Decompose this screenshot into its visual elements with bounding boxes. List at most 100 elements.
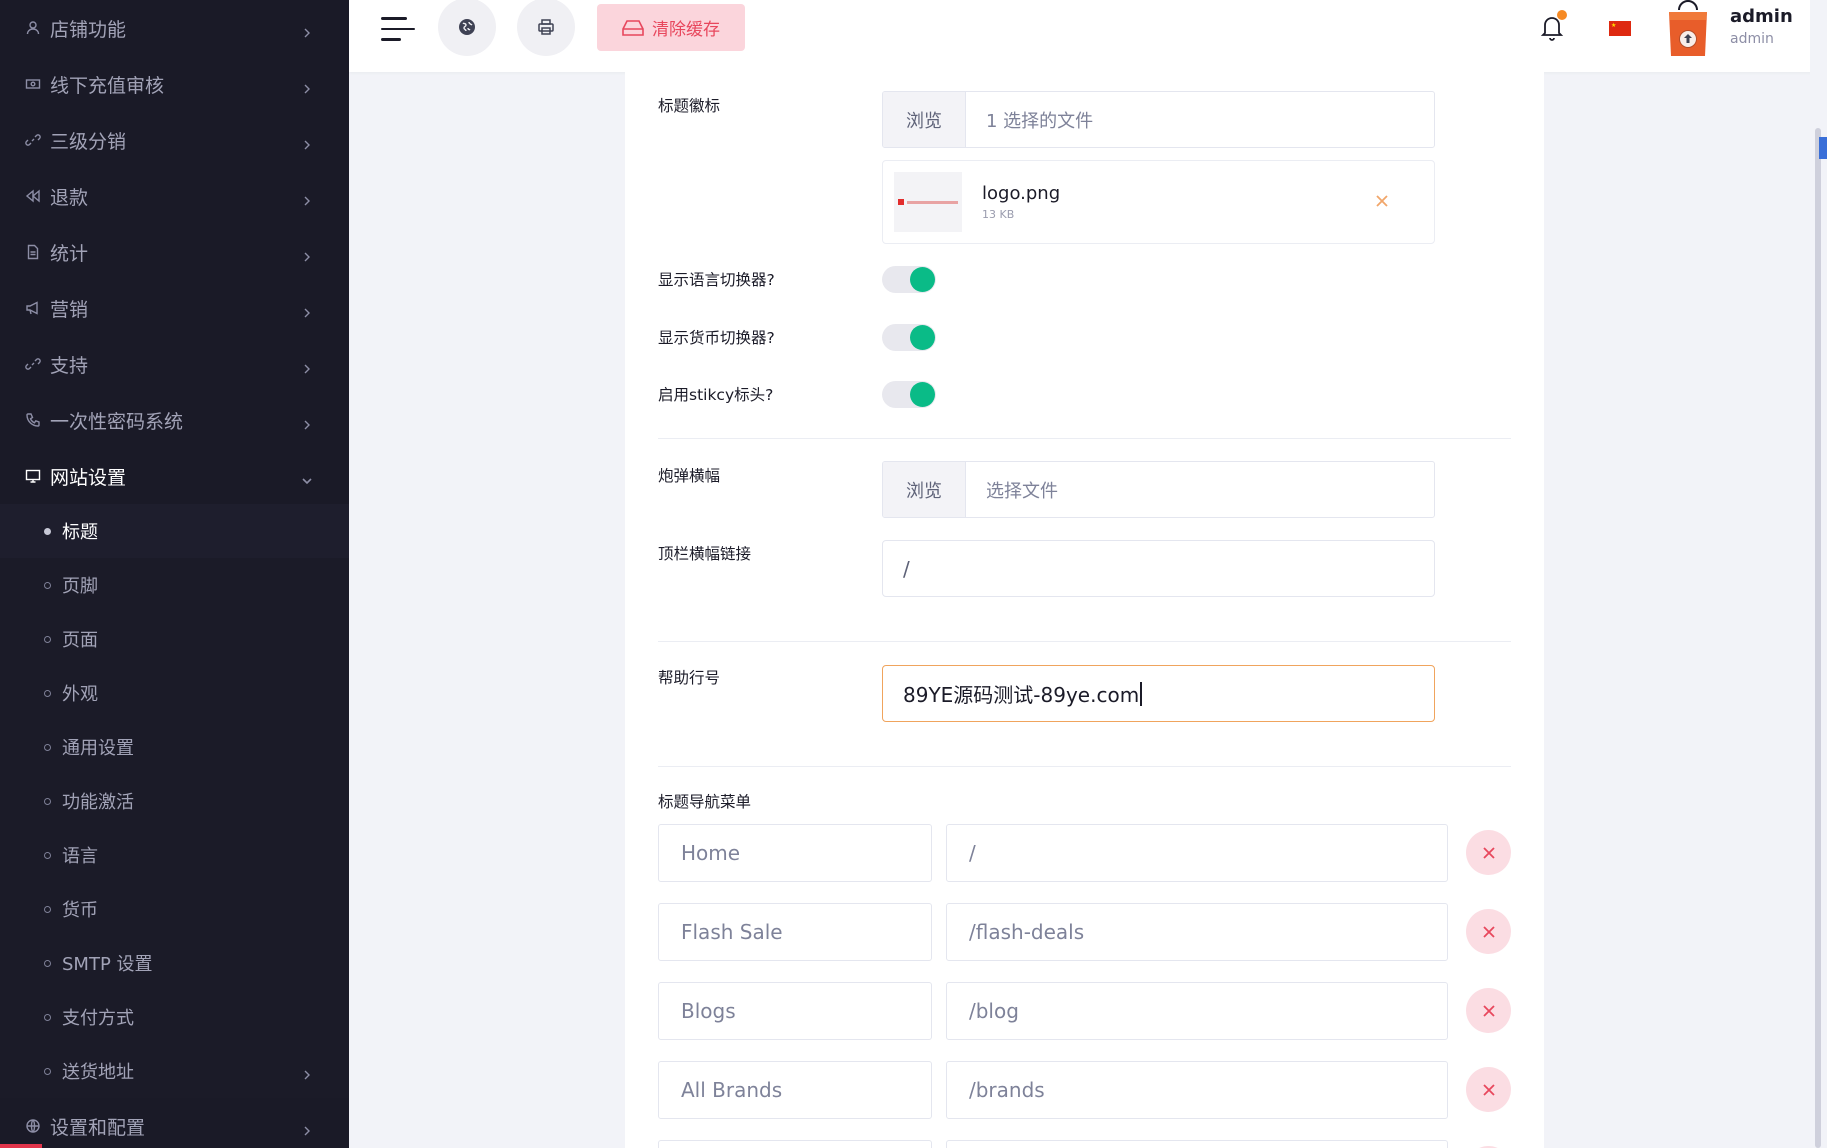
sidebar-item-shop-features[interactable]: 店铺功能 xyxy=(0,0,349,56)
header-logo-file-input[interactable]: 浏览 1 选择的文件 xyxy=(882,91,1435,148)
sidebar-item-offline-recharge[interactable]: 线下充值审核 xyxy=(0,56,349,112)
sidebar: 店铺功能 线下充值审核 三级分销 退款 统计 营销 支持 一次性密码系统 网站设 xyxy=(0,0,349,1148)
remove-row-button[interactable] xyxy=(1466,830,1511,875)
scrollbar-marker xyxy=(1819,137,1827,159)
sidebar-item-reports[interactable]: 统计 xyxy=(0,224,349,280)
popup-banner-file-input[interactable]: 浏览 选择文件 xyxy=(882,461,1435,518)
language-switcher-toggle[interactable] xyxy=(882,266,936,293)
sticky-header-toggle[interactable] xyxy=(882,381,936,408)
nav-menu-url-input[interactable]: /flash-deals xyxy=(946,903,1448,961)
toggle-knob xyxy=(910,325,935,350)
sidebar-subitem-general-settings[interactable]: 通用设置 xyxy=(0,720,349,774)
remove-row-button[interactable] xyxy=(1466,909,1511,954)
file-name: logo.png xyxy=(982,183,1061,204)
backward-icon xyxy=(24,187,42,205)
sidebar-item-label: 退款 xyxy=(50,186,89,209)
browse-button[interactable]: 浏览 xyxy=(883,462,966,517)
divider xyxy=(658,641,1511,642)
browse-website-button[interactable] xyxy=(438,0,496,56)
sidebar-item-otp-system[interactable]: 一次性密码系统 xyxy=(0,392,349,448)
page-scrollbar-thumb[interactable] xyxy=(1815,128,1821,1148)
hard-drive-icon xyxy=(622,19,644,36)
remove-row-button[interactable] xyxy=(1466,988,1511,1033)
sidebar-item-label: 统计 xyxy=(50,242,89,265)
sidebar-item-website-setup[interactable]: 网站设置 xyxy=(0,448,349,504)
sidebar-item-refund[interactable]: 退款 xyxy=(0,168,349,224)
sidebar-subitem-shipping[interactable]: 送货地址 xyxy=(0,1044,349,1098)
desktop-icon xyxy=(24,467,42,485)
nav-menu-url-input[interactable] xyxy=(946,1140,1448,1148)
megaphone-icon xyxy=(24,299,42,317)
close-icon[interactable] xyxy=(1374,193,1390,209)
sidebar-item-setup-configurations[interactable]: 设置和配置 xyxy=(0,1098,349,1148)
nav-menu-url-input[interactable]: /brands xyxy=(946,1061,1448,1119)
user-name[interactable]: admin xyxy=(1730,6,1793,27)
sidebar-subitem-label: SMTP 设置 xyxy=(62,954,153,975)
sidebar-item-marketing[interactable]: 营销 xyxy=(0,280,349,336)
currency-switcher-toggle[interactable] xyxy=(882,324,936,351)
sidebar-subitem-pages[interactable]: 页面 xyxy=(0,612,349,666)
sidebar-item-support[interactable]: 支持 xyxy=(0,336,349,392)
bullet-icon xyxy=(44,743,51,751)
clear-cache-button[interactable]: 清除缓存 xyxy=(597,4,745,51)
link-icon xyxy=(24,131,42,149)
sidebar-subitem-label: 外观 xyxy=(62,684,98,705)
phone-icon xyxy=(24,411,42,429)
text-caret xyxy=(1140,681,1142,706)
sidebar-subitem-currency[interactable]: 货币 xyxy=(0,882,349,936)
sidebar-subitem-payment-methods[interactable]: 支付方式 xyxy=(0,990,349,1044)
popup-banner-label: 炮弹横幅 xyxy=(658,467,721,485)
nav-menu-url-input[interactable]: /blog xyxy=(946,982,1448,1040)
nav-menu-name-input[interactable]: Flash Sale xyxy=(658,903,932,961)
sidebar-subitem-smtp[interactable]: SMTP 设置 xyxy=(0,936,349,990)
sidebar-subitem-languages[interactable]: 语言 xyxy=(0,828,349,882)
sidebar-subitem-footer[interactable]: 页脚 xyxy=(0,558,349,612)
chevron-right-icon xyxy=(301,134,313,150)
enable-sticky-header-label: 启用stikcy标头? xyxy=(658,386,774,404)
nav-menu-name-input[interactable]: Home xyxy=(658,824,932,882)
top-header: 清除缓存 ★ admin admin xyxy=(349,0,1827,72)
sidebar-item-label: 三级分销 xyxy=(50,130,127,153)
nav-menu-url-input[interactable]: / xyxy=(946,824,1448,882)
nav-menu-name-input[interactable] xyxy=(658,1140,932,1148)
chevron-right-icon xyxy=(301,302,313,318)
nav-menu-name-input[interactable]: All Brands xyxy=(658,1061,932,1119)
notifications-button[interactable] xyxy=(1539,10,1567,42)
sidebar-item-label: 营销 xyxy=(50,298,89,321)
bullet-icon xyxy=(44,635,51,643)
top-banner-link-input[interactable]: / xyxy=(882,540,1435,597)
nav-menu-row xyxy=(658,1140,1511,1148)
header-settings-card: 标题徽标 浏览 1 选择的文件 logo.png 13 KB 显示语言切换器? … xyxy=(625,72,1544,1148)
header-nav-menu-label: 标题导航菜单 xyxy=(658,793,752,811)
sidebar-item-label: 设置和配置 xyxy=(50,1116,146,1139)
pos-button[interactable] xyxy=(517,0,575,56)
chevron-right-icon xyxy=(301,1065,313,1080)
sidebar-subitem-appearance[interactable]: 外观 xyxy=(0,666,349,720)
sidebar-item-affiliate[interactable]: 三级分销 xyxy=(0,112,349,168)
help-line-value: 89YE源码测试-89ye.com xyxy=(903,683,1140,707)
chevron-right-icon xyxy=(301,414,313,430)
china-flag-icon[interactable]: ★ xyxy=(1609,21,1631,36)
menu-toggle-icon[interactable] xyxy=(381,14,417,44)
bullet-icon xyxy=(44,527,51,535)
help-line-input[interactable]: 89YE源码测试-89ye.com xyxy=(882,665,1435,722)
toggle-knob xyxy=(910,382,935,407)
nav-menu-name-input[interactable]: Blogs xyxy=(658,982,932,1040)
help-line-label: 帮助行号 xyxy=(658,669,721,687)
browse-button[interactable]: 浏览 xyxy=(883,92,966,147)
chevron-down-icon xyxy=(301,470,313,485)
close-icon xyxy=(1482,1083,1495,1096)
avatar[interactable] xyxy=(1665,0,1711,58)
remove-row-button[interactable] xyxy=(1466,1067,1511,1112)
show-language-switcher-label: 显示语言切换器? xyxy=(658,271,775,289)
nav-menu-row: All Brands /brands xyxy=(658,1061,1511,1119)
bullet-icon xyxy=(44,1067,51,1075)
sidebar-subitem-features-activation[interactable]: 功能激活 xyxy=(0,774,349,828)
clear-cache-label: 清除缓存 xyxy=(652,20,720,40)
sidebar-subitem-header[interactable]: 标题 xyxy=(0,504,349,558)
divider xyxy=(658,766,1511,767)
user-role: admin xyxy=(1730,31,1774,47)
sidebar-subitem-label: 语言 xyxy=(62,846,98,867)
bullet-icon xyxy=(44,959,51,967)
file-input-text: 选择文件 xyxy=(986,480,1058,502)
